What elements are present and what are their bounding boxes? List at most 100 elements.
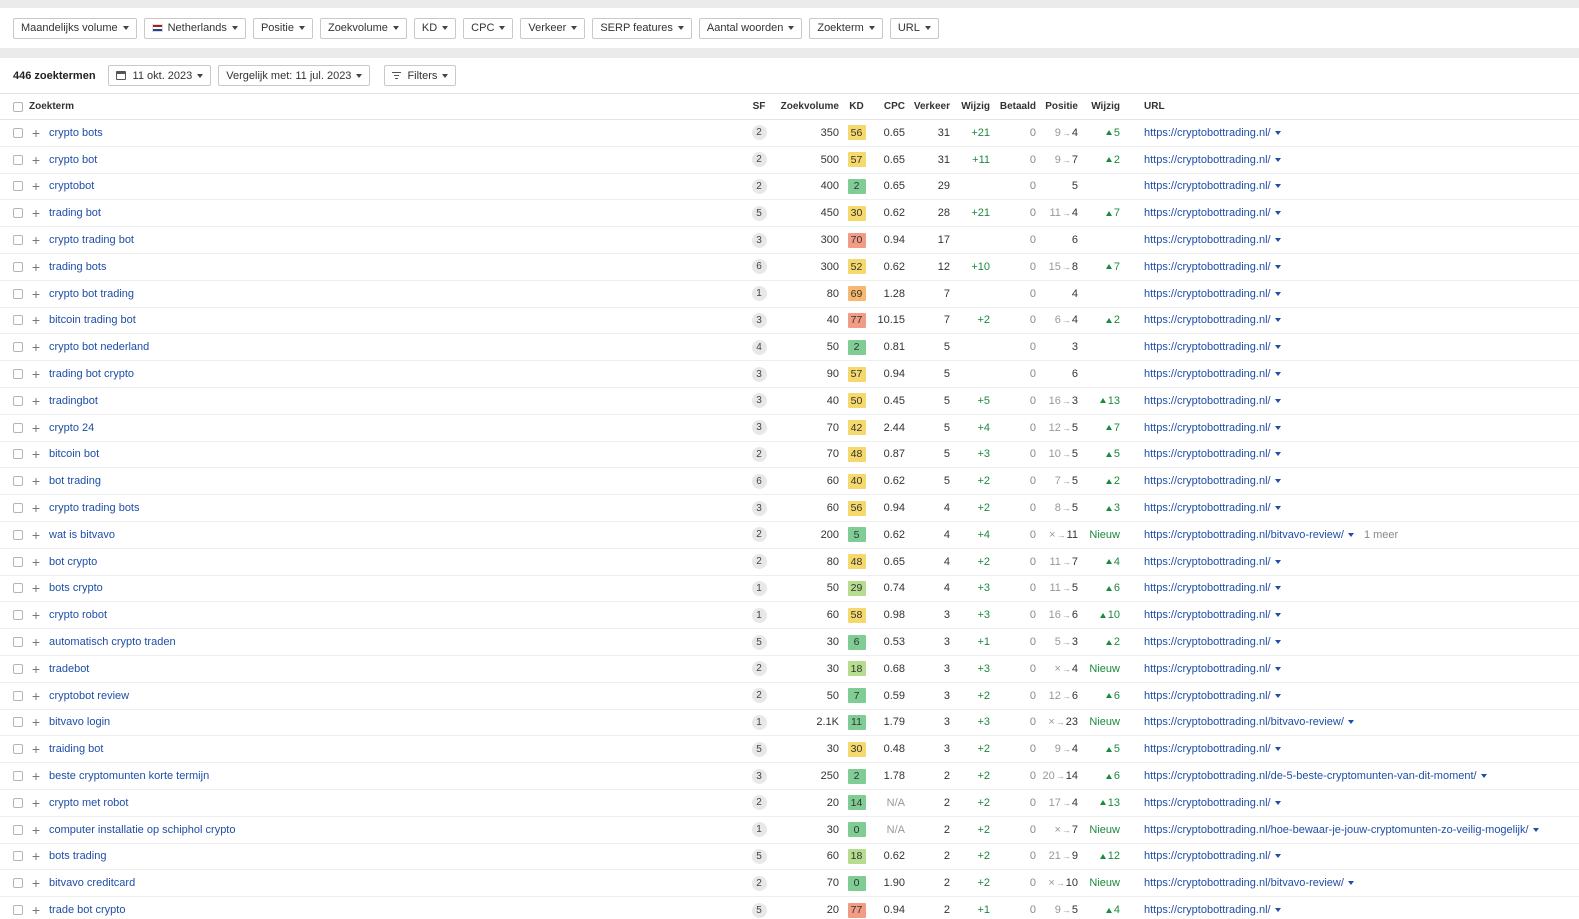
column-header-keyword[interactable]: Zoekterm — [29, 94, 74, 119]
caret-down-icon[interactable] — [1274, 640, 1281, 645]
traffic-filter-dropdown[interactable]: Verkeer — [520, 17, 586, 39]
serp-features-cell[interactable]: 2 — [750, 120, 768, 146]
url-link[interactable]: https://cryptobottrading.nl/bitvavo-revi… — [1144, 877, 1344, 889]
url-link[interactable]: https://cryptobottrading.nl/ — [1144, 288, 1271, 300]
url-link[interactable]: https://cryptobottrading.nl/ — [1144, 448, 1271, 460]
add-to-list-icon[interactable]: + — [31, 147, 41, 173]
url-link[interactable]: https://cryptobottrading.nl/ — [1144, 743, 1271, 755]
url-link[interactable]: https://cryptobottrading.nl/ — [1144, 341, 1271, 353]
row-checkbox[interactable] — [13, 629, 23, 655]
column-header-position[interactable]: Positie — [1042, 94, 1078, 119]
add-to-list-icon[interactable]: + — [31, 334, 41, 360]
add-to-list-icon[interactable]: + — [31, 281, 41, 307]
keyword-link[interactable]: crypto trading bots — [49, 495, 739, 521]
serp-features-cell[interactable]: 2 — [750, 870, 768, 896]
serp-features-cell[interactable]: 1 — [750, 817, 768, 843]
row-checkbox[interactable] — [13, 442, 23, 468]
row-checkbox[interactable] — [13, 281, 23, 307]
add-to-list-icon[interactable]: + — [31, 174, 41, 200]
url-filter-dropdown[interactable]: URL — [889, 17, 939, 39]
row-checkbox[interactable] — [13, 763, 23, 789]
serp-features-cell[interactable]: 5 — [750, 736, 768, 762]
caret-down-icon[interactable] — [1274, 559, 1281, 564]
keyword-link[interactable]: trading bot crypto — [49, 361, 739, 387]
add-to-list-icon[interactable]: + — [31, 415, 41, 441]
add-to-list-icon[interactable]: + — [31, 388, 41, 414]
compare-date-picker[interactable]: Vergelijk met: 11 jul. 2023 — [218, 65, 371, 86]
search-volume-dropdown[interactable]: Zoekvolume — [319, 17, 407, 39]
row-checkbox[interactable] — [13, 790, 23, 816]
word-count-dropdown[interactable]: Aantal woorden — [698, 17, 803, 39]
caret-down-icon[interactable] — [1274, 800, 1281, 805]
url-link[interactable]: https://cryptobottrading.nl/ — [1144, 475, 1271, 487]
url-link[interactable]: https://cryptobottrading.nl/ — [1144, 663, 1271, 675]
url-link[interactable]: https://cryptobottrading.nl/ — [1144, 127, 1271, 139]
row-checkbox[interactable] — [13, 844, 23, 870]
keyword-link[interactable]: trade bot crypto — [49, 897, 739, 919]
keyword-link[interactable]: automatisch crypto traden — [49, 629, 739, 655]
caret-down-icon[interactable] — [1274, 130, 1281, 135]
row-checkbox[interactable] — [13, 415, 23, 441]
keyword-link[interactable]: bitvavo login — [49, 710, 739, 736]
keyword-link[interactable]: crypto bot trading — [49, 281, 739, 307]
caret-down-icon[interactable] — [1274, 238, 1281, 243]
country-dropdown[interactable]: Netherlands — [143, 17, 246, 39]
serp-features-cell[interactable]: 5 — [750, 897, 768, 919]
add-to-list-icon[interactable]: + — [31, 844, 41, 870]
add-to-list-icon[interactable]: + — [31, 200, 41, 226]
caret-down-icon[interactable] — [1274, 184, 1281, 189]
cpc-filter-dropdown[interactable]: CPC — [463, 17, 514, 39]
caret-down-icon[interactable] — [1274, 666, 1281, 671]
caret-down-icon[interactable] — [1274, 908, 1281, 912]
add-to-list-icon[interactable]: + — [31, 629, 41, 655]
serp-features-cell[interactable]: 3 — [750, 361, 768, 387]
keyword-link[interactable]: tradebot — [49, 656, 739, 682]
row-checkbox[interactable] — [13, 602, 23, 628]
row-checkbox[interactable] — [13, 174, 23, 200]
keyword-link[interactable]: bot trading — [49, 468, 739, 494]
url-link[interactable]: https://cryptobottrading.nl/ — [1144, 502, 1271, 514]
add-to-list-icon[interactable]: + — [31, 442, 41, 468]
caret-down-icon[interactable] — [1347, 532, 1354, 537]
column-header-sf[interactable]: SF — [750, 94, 768, 119]
add-to-list-icon[interactable]: + — [31, 736, 41, 762]
url-link[interactable]: https://cryptobottrading.nl/ — [1144, 556, 1271, 568]
url-link[interactable]: https://cryptobottrading.nl/ — [1144, 582, 1271, 594]
serp-features-cell[interactable]: 2 — [750, 656, 768, 682]
serp-features-cell[interactable]: 6 — [750, 468, 768, 494]
kd-filter-dropdown[interactable]: KD — [413, 17, 457, 39]
serp-features-cell[interactable]: 3 — [750, 308, 768, 334]
keyword-link[interactable]: beste cryptomunten korte termijn — [49, 763, 739, 789]
add-to-list-icon[interactable]: + — [31, 790, 41, 816]
select-all-checkbox[interactable] — [13, 94, 23, 119]
add-to-list-icon[interactable]: + — [31, 549, 41, 575]
caret-down-icon[interactable] — [1274, 452, 1281, 457]
keyword-link[interactable]: computer installatie op schiphol crypto — [49, 817, 739, 843]
add-to-list-icon[interactable]: + — [31, 576, 41, 602]
add-to-list-icon[interactable]: + — [31, 120, 41, 146]
serp-features-cell[interactable]: 2 — [750, 790, 768, 816]
column-header-paid[interactable]: Betaald — [1000, 94, 1036, 119]
serp-features-cell[interactable]: 3 — [750, 495, 768, 521]
url-link[interactable]: https://cryptobottrading.nl/bitvavo-revi… — [1144, 529, 1344, 541]
monthly-volume-dropdown[interactable]: Maandelijks volume — [13, 17, 137, 39]
caret-down-icon[interactable] — [1274, 854, 1281, 859]
serp-features-cell[interactable]: 6 — [750, 254, 768, 280]
serp-features-cell[interactable]: 2 — [750, 174, 768, 200]
more-urls-link[interactable]: 1 meer — [1364, 529, 1398, 541]
add-to-list-icon[interactable]: + — [31, 870, 41, 896]
serp-features-cell[interactable]: 2 — [750, 522, 768, 548]
serp-features-cell[interactable]: 2 — [750, 442, 768, 468]
url-link[interactable]: https://cryptobottrading.nl/ — [1144, 636, 1271, 648]
row-checkbox[interactable] — [13, 334, 23, 360]
caret-down-icon[interactable] — [1347, 720, 1354, 725]
serp-features-cell[interactable]: 2 — [750, 147, 768, 173]
row-checkbox[interactable] — [13, 147, 23, 173]
row-checkbox[interactable] — [13, 495, 23, 521]
row-checkbox[interactable] — [13, 897, 23, 919]
serp-features-cell[interactable]: 1 — [750, 710, 768, 736]
row-checkbox[interactable] — [13, 683, 23, 709]
column-header-traffic-change[interactable]: Wijzig — [955, 94, 990, 119]
serp-features-cell[interactable]: 2 — [750, 549, 768, 575]
row-checkbox[interactable] — [13, 549, 23, 575]
